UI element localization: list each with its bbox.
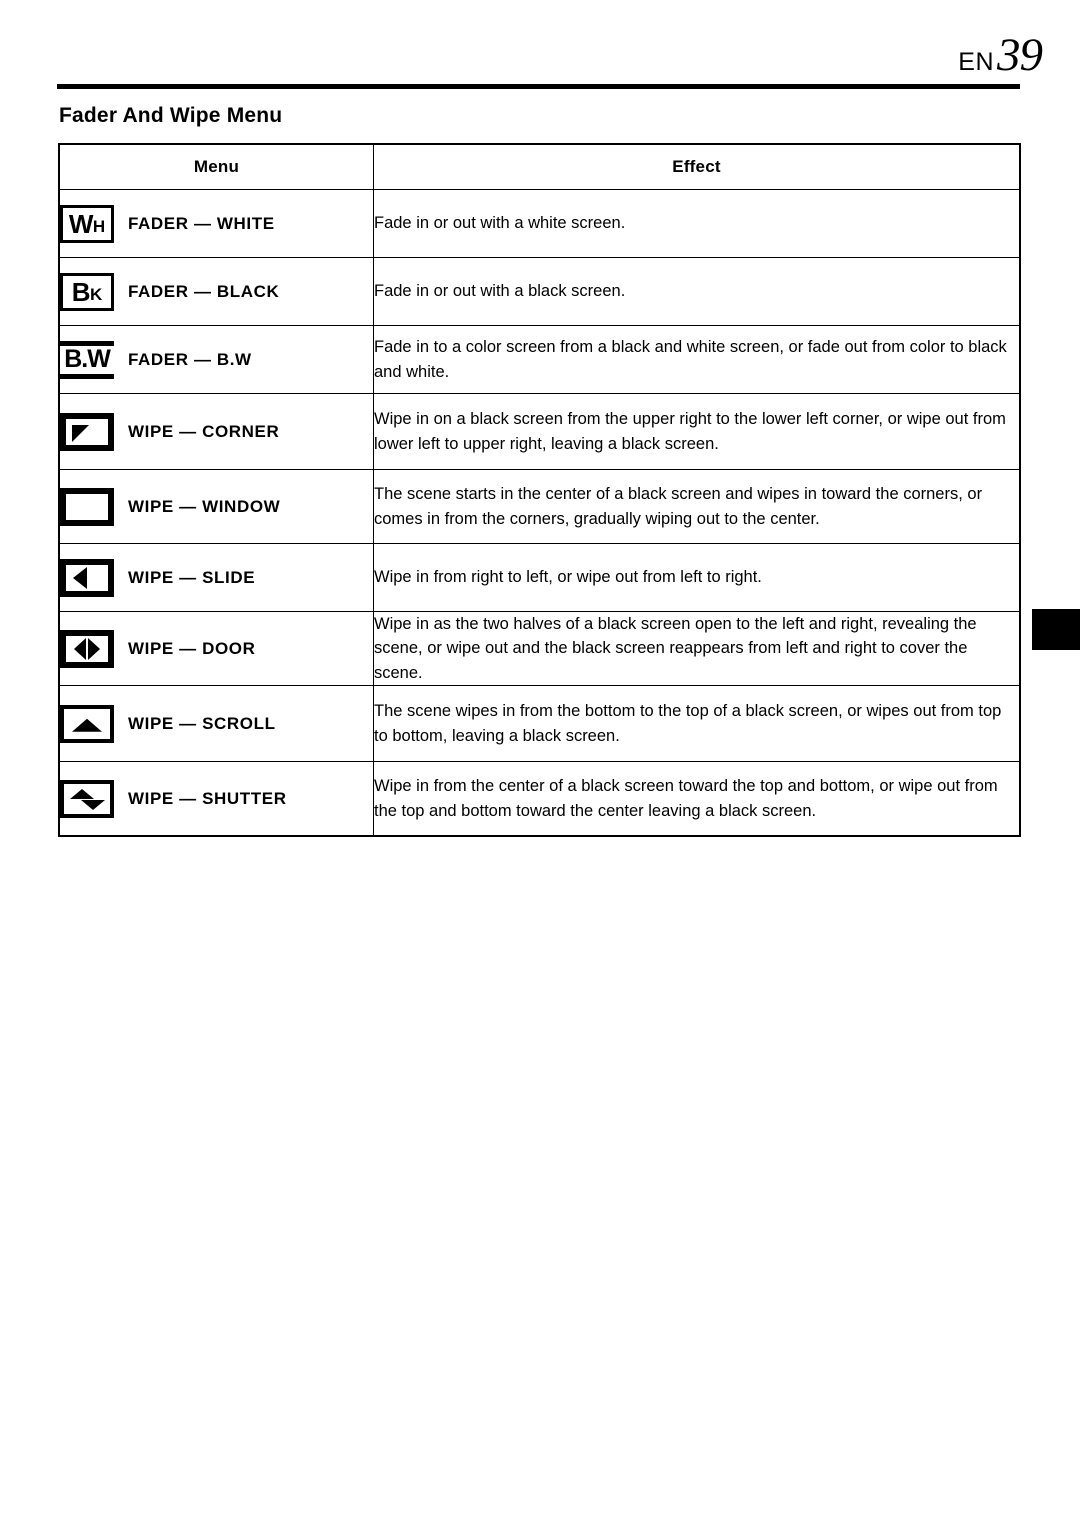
- effect-cell: Fade in or out with a black screen.: [373, 257, 1020, 326]
- table-row: B.W FADER — B.W Fade in to a color scree…: [59, 325, 1020, 394]
- effect-cell: Fade in or out with a white screen.: [373, 189, 1020, 258]
- menu-cell: WIPE — CORNER: [59, 393, 374, 470]
- menu-item-label: WIPE — SHUTTER: [128, 788, 287, 808]
- effect-cell: Wipe in as the two halves of a black scr…: [373, 611, 1020, 686]
- effect-cell: Wipe in on a black screen from the upper…: [373, 393, 1020, 470]
- menu-cell: B.W FADER — B.W: [59, 325, 374, 394]
- table-header-row: Menu Effect: [59, 144, 1020, 190]
- menu-item-label: FADER — B.W: [128, 349, 252, 369]
- column-header-effect: Effect: [373, 144, 1020, 190]
- table-row: BK FADER — BLACK Fade in or out with a b…: [59, 257, 1020, 326]
- up-triangle-glyph: [72, 718, 102, 732]
- menu-cell: WIPE — WINDOW: [59, 469, 374, 544]
- menu-cell: WIPE — SLIDE: [59, 543, 374, 612]
- menu-item-label: WIPE — SLIDE: [128, 567, 256, 587]
- icon-letters: B.W: [64, 345, 111, 373]
- effect-text: Fade in to a color screen from a black a…: [374, 338, 1007, 381]
- effect-text: Wipe in as the two halves of a black scr…: [374, 615, 977, 682]
- icon-letter-secondary: K: [90, 285, 103, 304]
- door-right-triangle-glyph: [88, 637, 100, 660]
- shutter-up-triangle-glyph: [70, 788, 94, 799]
- effect-text: Fade in or out with a black screen.: [374, 282, 626, 301]
- effect-text: The scene starts in the center of a blac…: [374, 485, 983, 528]
- menu-cell: BK FADER — BLACK: [59, 257, 374, 326]
- icon-letter-primary: W: [68, 208, 94, 239]
- effect-cell: Wipe in from right to left, or wipe out …: [373, 543, 1020, 612]
- wipe-window-icon: [60, 487, 114, 526]
- effect-text: Wipe in on a black screen from the upper…: [374, 410, 1006, 453]
- table-row: WIPE — SLIDE Wipe in from right to left,…: [59, 543, 1020, 612]
- door-left-triangle-glyph: [74, 637, 86, 660]
- menu-item-label: WIPE — CORNER: [128, 421, 280, 441]
- table-row: WIPE — SCROLL The scene wipes in from th…: [59, 685, 1020, 762]
- wh-boxed-icon: WH: [60, 204, 114, 243]
- effect-cell: The scene wipes in from the bottom to th…: [373, 685, 1020, 762]
- effect-text: Wipe in from right to left, or wipe out …: [374, 568, 762, 587]
- shutter-down-triangle-glyph: [81, 799, 105, 810]
- icon-letter-primary: B: [71, 276, 91, 307]
- wipe-slide-icon: [60, 558, 114, 597]
- bk-boxed-icon: BK: [60, 272, 114, 311]
- left-triangle-glyph: [73, 566, 87, 589]
- menu-item-label: WIPE — SCROLL: [128, 713, 276, 733]
- wipe-scroll-icon: [60, 704, 114, 743]
- page-edge-tab-marker: [1032, 609, 1080, 650]
- effect-cell: Wipe in from the center of a black scree…: [373, 761, 1020, 836]
- table-row: WH FADER — WHITE Fade in or out with a w…: [59, 189, 1020, 258]
- effect-text: Wipe in from the center of a black scree…: [374, 777, 998, 820]
- wipe-corner-icon: [60, 412, 114, 451]
- table-row: WIPE — SHUTTER Wipe in from the center o…: [59, 761, 1020, 836]
- page-number: 39: [997, 29, 1043, 81]
- menu-item-label: FADER — WHITE: [128, 213, 275, 233]
- menu-cell: WH FADER — WHITE: [59, 189, 374, 258]
- fader-wipe-menu-table: Menu Effect WH FADER — WHITE Fade in or …: [58, 143, 1021, 837]
- language-code: EN: [958, 48, 994, 76]
- menu-cell: WIPE — DOOR: [59, 611, 374, 686]
- menu-cell: WIPE — SCROLL: [59, 685, 374, 762]
- icon-letter-secondary: H: [92, 217, 106, 236]
- menu-item-label: FADER — BLACK: [128, 281, 280, 301]
- page-title: Fader And Wipe Menu: [59, 104, 283, 127]
- effect-cell: The scene starts in the center of a blac…: [373, 469, 1020, 544]
- wipe-shutter-icon: [60, 779, 114, 818]
- page-header: EN39: [0, 28, 1080, 81]
- effect-text: Fade in or out with a white screen.: [374, 214, 626, 233]
- menu-item-label: WIPE — WINDOW: [128, 496, 281, 516]
- effect-text: The scene wipes in from the bottom to th…: [374, 702, 1002, 745]
- menu-item-label: WIPE — DOOR: [128, 638, 256, 658]
- menu-cell: WIPE — SHUTTER: [59, 761, 374, 836]
- table-row: WIPE — DOOR Wipe in as the two halves of…: [59, 611, 1020, 686]
- bw-barred-icon: B.W: [60, 340, 114, 379]
- table-row: WIPE — CORNER Wipe in on a black screen …: [59, 393, 1020, 470]
- table-row: WIPE — WINDOW The scene starts in the ce…: [59, 469, 1020, 544]
- corner-triangle-glyph: [72, 424, 89, 442]
- column-header-menu: Menu: [59, 144, 374, 190]
- effect-cell: Fade in to a color screen from a black a…: [373, 325, 1020, 394]
- header-divider-rule: [57, 84, 1020, 89]
- wipe-door-icon: [60, 629, 114, 668]
